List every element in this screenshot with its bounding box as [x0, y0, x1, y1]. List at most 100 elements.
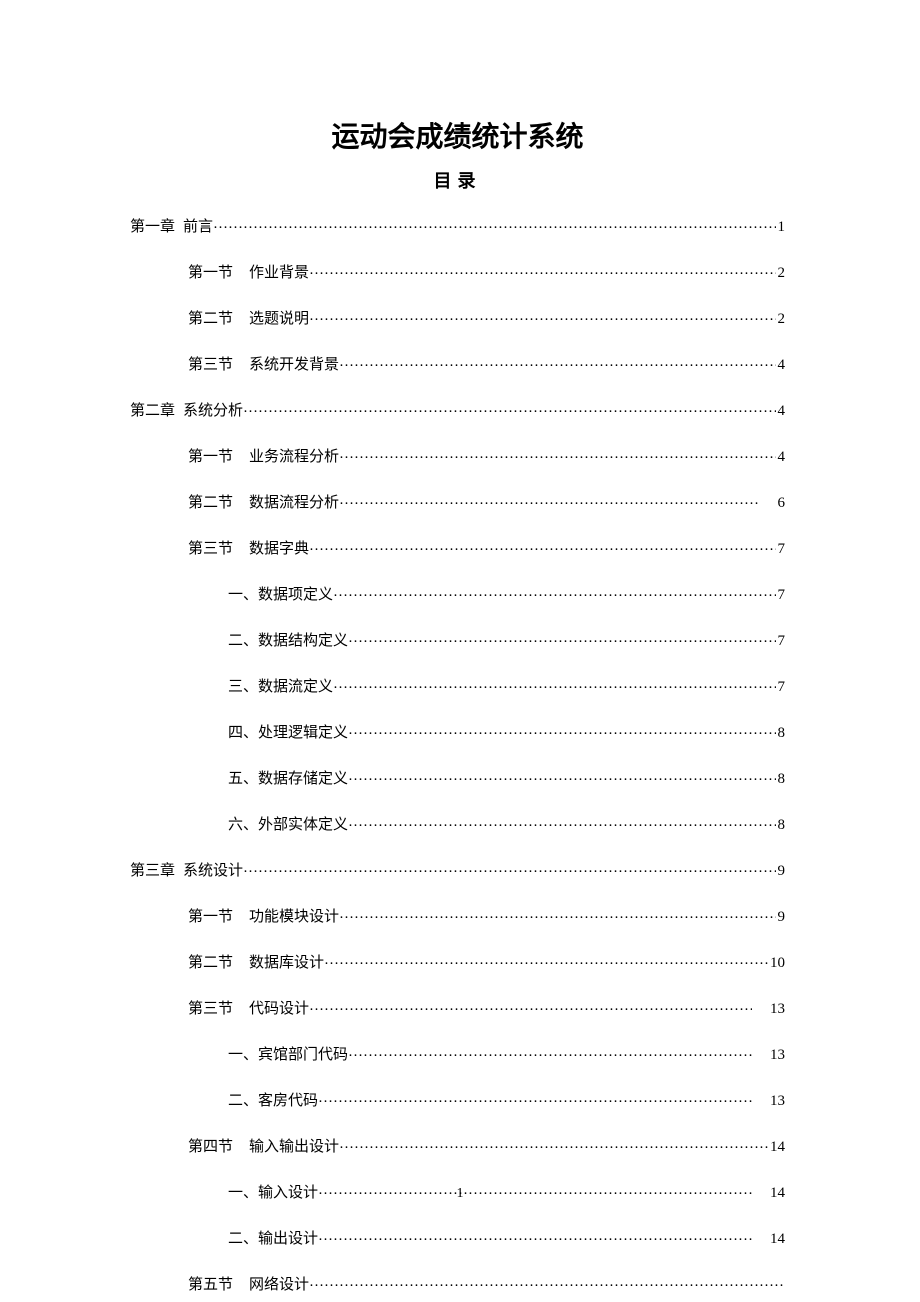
toc-entry: 一、数据项定义 7 [130, 583, 785, 604]
toc-entry-page: 6 [760, 495, 786, 512]
toc-entry: 二、数据结构定义7 [130, 629, 785, 650]
document-title: 运动会成绩统计系统 [130, 115, 785, 155]
toc-entry-label: 五、数据存储定义 [228, 767, 348, 788]
toc-entry-title: 系统设计 [183, 863, 243, 879]
toc-entry-page: 8 [776, 817, 786, 834]
toc-entry-title: 网络设计 [249, 1277, 309, 1293]
toc-entry-number: 第二节 [188, 311, 233, 327]
toc-entry: 三、数据流定义 7 [130, 675, 785, 696]
toc-entry-title: 数据结构定义 [258, 633, 348, 649]
toc-entry-title: 功能模块设计 [249, 909, 339, 925]
table-of-contents: 第一章前言1第一节作业背景2第二节选题说明2第三节系统开发背景4第二章系统分析4… [130, 215, 785, 1294]
toc-entry-label: 第二节数据库设计 [188, 951, 324, 972]
toc-leader-dots [243, 400, 775, 415]
toc-entry-number: 第三节 [188, 357, 233, 373]
toc-entry-label: 四、处理逻辑定义 [228, 721, 348, 742]
toc-entry: 第一节功能模块设计9 [130, 905, 785, 926]
toc-entry-number: 第一节 [188, 449, 233, 465]
toc-entry-page: 7 [776, 679, 786, 696]
toc-leader-dots [333, 584, 775, 599]
toc-entry-page: 7 [776, 587, 786, 604]
toc-entry-title: 系统分析 [183, 403, 243, 419]
toc-leader-dots [339, 906, 775, 921]
toc-leader-dots [213, 216, 775, 231]
toc-entry-page: 2 [776, 265, 786, 282]
toc-entry-number: 第三章 [130, 863, 175, 879]
toc-entry-title: 输入输出设计 [249, 1139, 339, 1155]
toc-entry-number: 第二节 [188, 955, 233, 971]
toc-entry: 第二节数据流程分析 6 [130, 491, 785, 512]
toc-entry-number: 第二章 [130, 403, 175, 419]
toc-entry: 第二节数据库设计 10 [130, 951, 785, 972]
toc-entry-title: 数据项定义 [258, 587, 333, 603]
toc-entry-label: 第一章前言 [130, 215, 213, 236]
toc-entry-label: 一、宾馆部门代码 [228, 1043, 348, 1064]
toc-entry-page: 13 [752, 1001, 785, 1018]
toc-entry-label: 六、外部实体定义 [228, 813, 348, 834]
toc-entry-label: 第五节网络设计 [188, 1273, 309, 1294]
toc-entry-label: 二、数据结构定义 [228, 629, 348, 650]
toc-entry-number: 二、 [228, 633, 258, 649]
toc-leader-dots [309, 538, 775, 553]
toc-leader-dots [318, 1090, 752, 1105]
toc-entry: 第二节选题说明 2 [130, 307, 785, 328]
toc-entry: 四、处理逻辑定义8 [130, 721, 785, 742]
toc-entry-page: 10 [768, 955, 785, 972]
toc-entry-number: 二、 [228, 1093, 258, 1109]
toc-entry-page: 4 [776, 403, 786, 420]
toc-leader-dots [309, 998, 752, 1013]
toc-entry-title: 数据存储定义 [258, 771, 348, 787]
toc-entry-number: 一、 [228, 1047, 258, 1063]
toc-entry-label: 二、客房代码 [228, 1089, 318, 1110]
toc-entry-page: 8 [776, 771, 786, 788]
toc-leader-dots [309, 262, 775, 277]
toc-entry-page: 9 [776, 863, 786, 880]
toc-entry-title: 处理逻辑定义 [258, 725, 348, 741]
toc-entry-label: 三、数据流定义 [228, 675, 333, 696]
toc-entry-label: 第一节作业背景 [188, 261, 309, 282]
toc-entry-title: 宾馆部门代码 [258, 1047, 348, 1063]
toc-entry-title: 数据库设计 [249, 955, 324, 971]
toc-heading: 目录 [130, 167, 785, 193]
toc-entry-label: 二、输出设计 [228, 1227, 318, 1248]
toc-entry: 第一节作业背景 2 [130, 261, 785, 282]
toc-entry: 第一节业务流程分析4 [130, 445, 785, 466]
toc-entry: 第三章系统设计 9 [130, 859, 785, 880]
toc-entry-label: 第三节系统开发背景 [188, 353, 339, 374]
toc-leader-dots [339, 446, 775, 461]
toc-entry-number: 二、 [228, 1231, 258, 1247]
toc-entry-label: 第三节数据字典 [188, 537, 309, 558]
toc-entry-page: 13 [752, 1047, 785, 1064]
toc-entry-label: 第二章系统分析 [130, 399, 243, 420]
toc-entry-page: 9 [776, 909, 786, 926]
toc-leader-dots [339, 354, 775, 369]
toc-entry: 五、数据存储定义 8 [130, 767, 785, 788]
toc-entry: 二、客房代码13 [130, 1089, 785, 1110]
toc-entry: 六、外部实体定义 8 [130, 813, 785, 834]
toc-entry-title: 客房代码 [258, 1093, 318, 1109]
toc-leader-dots [348, 1044, 752, 1059]
toc-entry: 二、输出设计14 [130, 1227, 785, 1248]
toc-entry-page: 14 [768, 1139, 785, 1156]
toc-leader-dots [243, 860, 775, 875]
toc-leader-dots [318, 1228, 752, 1243]
toc-entry-page: 2 [776, 311, 786, 328]
toc-entry-title: 业务流程分析 [249, 449, 339, 465]
toc-entry-label: 第三章系统设计 [130, 859, 243, 880]
toc-entry-title: 代码设计 [249, 1001, 309, 1017]
page-number: 1 [0, 1186, 920, 1202]
toc-entry-label: 第二节数据流程分析 [188, 491, 339, 512]
toc-entry: 第一章前言1 [130, 215, 785, 236]
toc-entry-label: 第二节选题说明 [188, 307, 309, 328]
toc-entry-number: 四、 [228, 725, 258, 741]
toc-entry-number: 六、 [228, 817, 258, 833]
toc-entry-number: 五、 [228, 771, 258, 787]
toc-leader-dots [309, 1274, 783, 1289]
toc-entry-number: 第一章 [130, 219, 175, 235]
toc-leader-dots [309, 308, 775, 323]
toc-entry-title: 输出设计 [258, 1231, 318, 1247]
toc-entry-number: 一、 [228, 587, 258, 603]
toc-entry-label: 第一节业务流程分析 [188, 445, 339, 466]
toc-entry-page: 7 [776, 541, 786, 558]
toc-leader-dots [324, 952, 768, 967]
